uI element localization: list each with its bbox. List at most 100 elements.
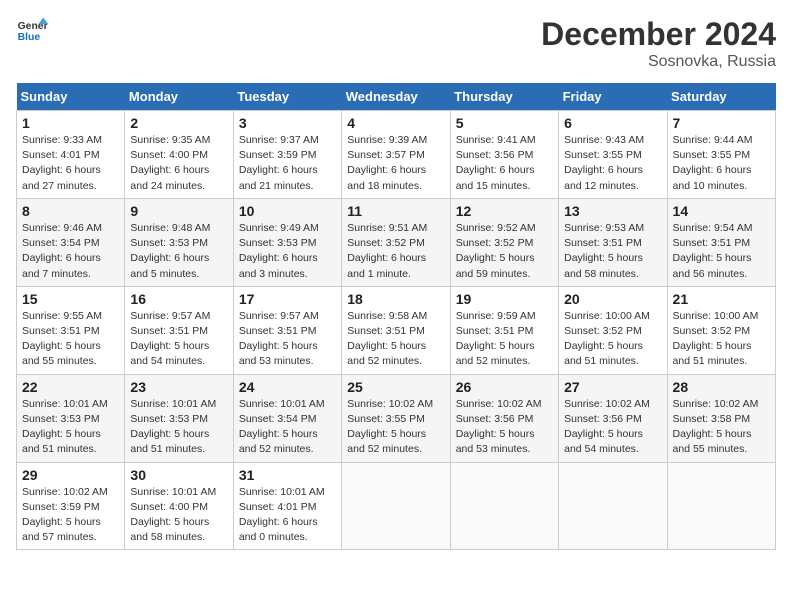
day-detail: Sunrise: 9:54 AM Sunset: 3:51 PM Dayligh… [673,221,770,282]
day-detail: Sunrise: 10:01 AM Sunset: 3:53 PM Daylig… [130,397,227,458]
calendar-cell: 11Sunrise: 9:51 AM Sunset: 3:52 PM Dayli… [342,198,450,286]
day-detail: Sunrise: 9:43 AM Sunset: 3:55 PM Dayligh… [564,133,661,194]
calendar-cell: 5Sunrise: 9:41 AM Sunset: 3:56 PM Daylig… [450,111,558,199]
day-number: 19 [456,291,553,307]
calendar-cell: 9Sunrise: 9:48 AM Sunset: 3:53 PM Daylig… [125,198,233,286]
calendar-cell: 25 Sunrise: 10:02 AM Sunset: 3:55 PM Dayl… [342,374,450,462]
calendar-cell: 13Sunrise: 9:53 AM Sunset: 3:51 PM Dayli… [559,198,667,286]
day-number: 31 [239,467,336,483]
calendar-cell: 18 Sunrise: 9:58 AM Sunset: 3:51 PM Dayli… [342,286,450,374]
day-number: 12 [456,203,553,219]
day-detail: Sunrise: 9:44 AM Sunset: 3:55 PM Dayligh… [673,133,770,194]
day-number: 7 [673,115,770,131]
day-detail: Sunrise: 9:58 AM Sunset: 3:51 PM Dayligh… [347,309,444,370]
day-number: 24 [239,379,336,395]
day-detail: Sunrise: 9:46 AM Sunset: 3:54 PM Dayligh… [22,221,119,282]
calendar-cell: 27Sunrise: 10:02 AM Sunset: 3:56 PM Dayl… [559,374,667,462]
day-detail: Sunrise: 9:49 AM Sunset: 3:53 PM Dayligh… [239,221,336,282]
calendar-week-row: 22 Sunrise: 10:01 AM Sunset: 3:53 PM Dayl… [17,374,776,462]
svg-text:Blue: Blue [18,32,41,43]
calendar-header-row: SundayMondayTuesdayWednesdayThursdayFrid… [17,83,776,111]
col-header-saturday: Saturday [667,83,775,111]
calendar-cell: 30 Sunrise: 10:01 AM Sunset: 4:00 PM Dayl… [125,462,233,550]
calendar-cell: 19 Sunrise: 9:59 AM Sunset: 3:51 PM Dayli… [450,286,558,374]
calendar-cell [667,462,775,550]
col-header-monday: Monday [125,83,233,111]
calendar-cell: 20 Sunrise: 10:00 AM Sunset: 3:52 PM Dayl… [559,286,667,374]
col-header-friday: Friday [559,83,667,111]
calendar-week-row: 1 Sunrise: 9:33 AM Sunset: 4:01 PM Daylig… [17,111,776,199]
calendar-cell: 15Sunrise: 9:55 AM Sunset: 3:51 PM Dayli… [17,286,125,374]
calendar-cell [342,462,450,550]
calendar-cell [450,462,558,550]
day-number: 6 [564,115,661,131]
day-detail: Sunrise: 9:37 AM Sunset: 3:59 PM Dayligh… [239,133,336,194]
day-number: 11 [347,203,444,219]
title-block: December 2024 Sosnovka, Russia [541,16,776,71]
calendar-cell: 23 Sunrise: 10:01 AM Sunset: 3:53 PM Dayl… [125,374,233,462]
calendar-cell: 1 Sunrise: 9:33 AM Sunset: 4:01 PM Daylig… [17,111,125,199]
day-number: 28 [673,379,770,395]
day-detail: Sunrise: 9:57 AM Sunset: 3:51 PM Dayligh… [239,309,336,370]
day-number: 15 [22,291,119,307]
day-detail: Sunrise: 10:01 AM Sunset: 4:01 PM Daylig… [239,485,336,546]
calendar-cell: 3 Sunrise: 9:37 AM Sunset: 3:59 PM Daylig… [233,111,341,199]
calendar-cell [559,462,667,550]
day-number: 8 [22,203,119,219]
day-number: 17 [239,291,336,307]
calendar-cell: 7 Sunrise: 9:44 AM Sunset: 3:55 PM Daylig… [667,111,775,199]
day-number: 14 [673,203,770,219]
calendar-cell: 22 Sunrise: 10:01 AM Sunset: 3:53 PM Dayl… [17,374,125,462]
calendar-cell: 12 Sunrise: 9:52 AM Sunset: 3:52 PM Dayli… [450,198,558,286]
logo-icon: General Blue [16,16,48,44]
calendar-cell: 28Sunrise: 10:02 AM Sunset: 3:58 PM Dayl… [667,374,775,462]
calendar-subtitle: Sosnovka, Russia [541,53,776,71]
calendar-cell: 6 Sunrise: 9:43 AM Sunset: 3:55 PM Daylig… [559,111,667,199]
calendar-week-row: 29Sunrise: 10:02 AM Sunset: 3:59 PM Dayl… [17,462,776,550]
day-number: 25 [347,379,444,395]
day-number: 10 [239,203,336,219]
col-header-tuesday: Tuesday [233,83,341,111]
day-detail: Sunrise: 10:01 AM Sunset: 4:00 PM Daylig… [130,485,227,546]
day-detail: Sunrise: 9:33 AM Sunset: 4:01 PM Dayligh… [22,133,119,194]
day-number: 16 [130,291,227,307]
calendar-week-row: 8 Sunrise: 9:46 AM Sunset: 3:54 PM Daylig… [17,198,776,286]
calendar-cell: 16Sunrise: 9:57 AM Sunset: 3:51 PM Dayli… [125,286,233,374]
calendar-cell: 21 Sunrise: 10:00 AM Sunset: 3:52 PM Dayl… [667,286,775,374]
day-detail: Sunrise: 10:01 AM Sunset: 3:54 PM Daylig… [239,397,336,458]
day-detail: Sunrise: 10:02 AM Sunset: 3:56 PM Daylig… [456,397,553,458]
day-number: 18 [347,291,444,307]
calendar-cell: 14 Sunrise: 9:54 AM Sunset: 3:51 PM Dayli… [667,198,775,286]
calendar-cell: 29Sunrise: 10:02 AM Sunset: 3:59 PM Dayl… [17,462,125,550]
page-header: General Blue December 2024 Sosnovka, Rus… [16,16,776,71]
day-detail: Sunrise: 9:35 AM Sunset: 4:00 PM Dayligh… [130,133,227,194]
col-header-sunday: Sunday [17,83,125,111]
day-detail: Sunrise: 9:59 AM Sunset: 3:51 PM Dayligh… [456,309,553,370]
calendar-cell: 26Sunrise: 10:02 AM Sunset: 3:56 PM Dayl… [450,374,558,462]
day-detail: Sunrise: 10:00 AM Sunset: 3:52 PM Daylig… [673,309,770,370]
day-number: 21 [673,291,770,307]
calendar-cell: 31 Sunrise: 10:01 AM Sunset: 4:01 PM Dayl… [233,462,341,550]
day-number: 20 [564,291,661,307]
day-detail: Sunrise: 9:52 AM Sunset: 3:52 PM Dayligh… [456,221,553,282]
day-detail: Sunrise: 10:00 AM Sunset: 3:52 PM Daylig… [564,309,661,370]
day-number: 3 [239,115,336,131]
day-number: 1 [22,115,119,131]
day-number: 23 [130,379,227,395]
calendar-cell: 24 Sunrise: 10:01 AM Sunset: 3:54 PM Dayl… [233,374,341,462]
col-header-thursday: Thursday [450,83,558,111]
day-number: 29 [22,467,119,483]
day-number: 22 [22,379,119,395]
calendar-cell: 2Sunrise: 9:35 AM Sunset: 4:00 PM Daylig… [125,111,233,199]
calendar-cell: 17 Sunrise: 9:57 AM Sunset: 3:51 PM Dayli… [233,286,341,374]
day-detail: Sunrise: 10:02 AM Sunset: 3:55 PM Daylig… [347,397,444,458]
day-detail: Sunrise: 9:53 AM Sunset: 3:51 PM Dayligh… [564,221,661,282]
day-detail: Sunrise: 9:48 AM Sunset: 3:53 PM Dayligh… [130,221,227,282]
calendar-cell: 8 Sunrise: 9:46 AM Sunset: 3:54 PM Daylig… [17,198,125,286]
calendar-cell: 10 Sunrise: 9:49 AM Sunset: 3:53 PM Dayli… [233,198,341,286]
logo: General Blue [16,16,48,44]
day-detail: Sunrise: 9:39 AM Sunset: 3:57 PM Dayligh… [347,133,444,194]
day-number: 30 [130,467,227,483]
col-header-wednesday: Wednesday [342,83,450,111]
day-detail: Sunrise: 10:01 AM Sunset: 3:53 PM Daylig… [22,397,119,458]
